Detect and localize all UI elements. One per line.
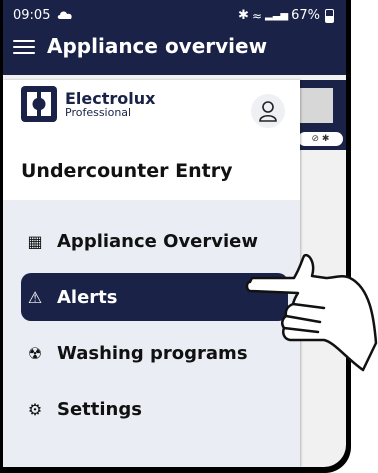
app-header: 09:05 ✱ ≈ ▂▃▅ 67% Appliance overview [3,0,346,75]
wifi-icon: ≈ [251,8,263,23]
profile-button[interactable] [251,94,285,128]
pointing-hand-icon [245,253,378,372]
washing-program-icon: ☢ [27,343,43,363]
nav-item-label: Settings [57,398,142,420]
grid-icon: ▦ [27,231,43,251]
warning-icon: ⚠ [27,287,43,307]
status-indicators: ✱ ≈ ▂▃▅ 67% [238,8,334,23]
nav-item-label: Washing programs [57,342,248,364]
gear-icon: ⚙ [27,399,43,419]
battery-percent: 67% [291,8,320,23]
hamburger-menu-icon[interactable] [13,36,35,58]
user-icon [259,101,277,122]
brand-name: Electrolux [65,88,156,108]
status-bar: 09:05 ✱ ≈ ▂▃▅ 67% [3,0,346,30]
drawer-header: Electrolux Professional Undercounter Ent… [3,80,300,200]
appliance-name: Undercounter Entry [21,160,233,182]
status-time: 09:05 [13,8,51,23]
cloud-icon [57,11,72,19]
electrolux-logo-icon [21,86,57,122]
nav-item-label: Alerts [57,286,118,308]
brand-subtitle: Professional [65,105,132,119]
brand-logo: Electrolux Professional [21,86,155,122]
page-title: Appliance overview [47,34,268,58]
phone-frame: 09:05 ✱ ≈ ▂▃▅ 67% Appliance overview ⊘ ✱ [0,0,351,473]
connection-pill: ⊘ ✱ [298,132,343,146]
nav-item-label: Appliance Overview [57,230,259,252]
signal-icon: ▂▃▅ [265,10,289,21]
screen: 09:05 ✱ ≈ ▂▃▅ 67% Appliance overview ⊘ ✱ [3,0,346,467]
bluetooth-icon: ✱ [238,8,249,23]
battery-icon [325,8,334,23]
nav-item-settings[interactable]: ⚙ Settings [21,385,288,433]
